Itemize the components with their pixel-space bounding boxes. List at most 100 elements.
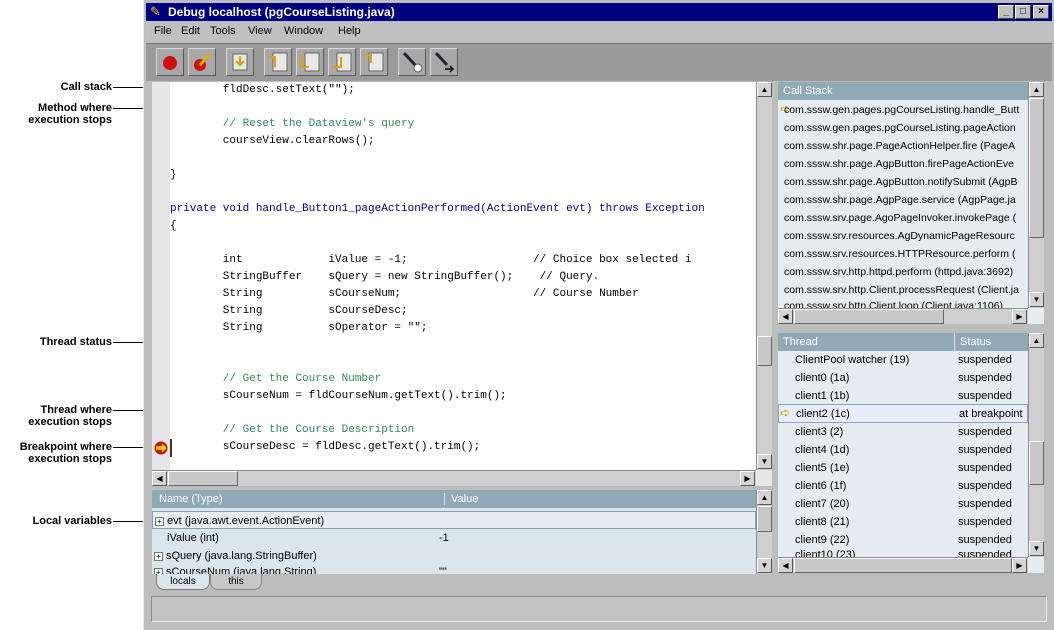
thread-row[interactable]: client4 (1d) suspended xyxy=(778,441,1028,459)
step-out-button[interactable] xyxy=(296,48,324,76)
scroll-thumb[interactable] xyxy=(1029,441,1044,485)
code-line: int iValue = -1; // Choice box selected … xyxy=(170,254,692,266)
maximize-button[interactable]: □ xyxy=(1015,5,1031,19)
call-stack-row[interactable]: com.sssw.srv.resources.HTTPResource.perf… xyxy=(778,245,1028,263)
evaluate-icon xyxy=(434,51,455,73)
scroll-down-button[interactable]: ▼ xyxy=(1029,292,1044,307)
thread-row[interactable]: client7 (20) suspended xyxy=(778,495,1028,513)
column-name-type[interactable]: Name (Type) xyxy=(159,493,223,505)
menu-tools[interactable]: Tools xyxy=(210,25,236,37)
status-bar xyxy=(151,596,1047,622)
thread-row-selected[interactable]: ➪ client2 (1c) at breakpoint xyxy=(778,404,1028,423)
expand-icon[interactable]: + xyxy=(154,551,163,561)
locals-vertical-scrollbar[interactable]: ▲ ▼ xyxy=(756,490,772,574)
menu-file[interactable]: File xyxy=(154,25,172,37)
table-row[interactable]: + sCourseNum (java.lang.String) "" xyxy=(152,565,756,574)
thread-status: suspended xyxy=(958,549,1012,557)
thread-row[interactable]: ClientPool watcher (19) suspended xyxy=(778,351,1028,369)
table-row[interactable]: + evt (java.awt.event.ActionEvent) xyxy=(152,511,756,529)
call-stack-row[interactable]: com.sssw.srv.resources.AgDynamicPageReso… xyxy=(778,227,1028,245)
menu-window[interactable]: Window xyxy=(284,25,323,37)
threads-panel: Thread Status ClientPool watcher (19) sus… xyxy=(778,333,1044,573)
step-into-button[interactable] xyxy=(226,48,254,76)
menu-edit[interactable]: Edit xyxy=(181,25,200,37)
scroll-right-button[interactable]: ▶ xyxy=(740,471,755,486)
code-line: // Reset the Dataview's query xyxy=(170,118,415,130)
call-stack-row[interactable]: com.sssw.gen.pages.pgCourseListing.pageA… xyxy=(778,119,1028,137)
scroll-down-button[interactable]: ▼ xyxy=(1029,541,1044,556)
thread-row[interactable]: client6 (1f) suspended xyxy=(778,477,1028,495)
scroll-left-button[interactable]: ◀ xyxy=(778,558,793,573)
thread-row[interactable]: client1 (1b) suspended xyxy=(778,387,1028,405)
minimize-button[interactable]: _ xyxy=(998,5,1014,19)
expand-icon[interactable]: + xyxy=(155,516,164,526)
scroll-thumb[interactable] xyxy=(168,471,238,486)
call-stack-vertical-scrollbar[interactable]: ▲ ▼ xyxy=(1028,82,1044,308)
editor-horizontal-scrollbar[interactable]: ◀ ▶ xyxy=(152,470,756,486)
scroll-right-button[interactable]: ▶ xyxy=(1012,558,1027,573)
thread-row[interactable]: client5 (1e) suspended xyxy=(778,459,1028,477)
code-editor[interactable]: fldDesc.setText(""); // Reset the Datavi… xyxy=(152,82,772,486)
call-stack-row[interactable]: com.sssw.shr.page.PageActionHelper.fire … xyxy=(778,137,1028,155)
editor-vertical-scrollbar[interactable]: ▲ ▼ xyxy=(756,82,772,470)
scroll-thumb[interactable] xyxy=(757,506,772,532)
call-stack-panel: Call Stack ➪ com.sssw.gen.pages.pgCourse… xyxy=(778,82,1044,324)
tab-locals[interactable]: locals xyxy=(156,574,210,590)
threads-horizontal-scrollbar[interactable]: ◀ ▶ xyxy=(778,557,1028,573)
call-stack-row[interactable]: com.sssw.srv.http.Client.processRequest … xyxy=(778,281,1028,299)
evaluate-button[interactable] xyxy=(430,48,458,76)
thread-row[interactable]: client3 (2) suspended xyxy=(778,423,1028,441)
scroll-down-button[interactable]: ▼ xyxy=(757,558,772,573)
scroll-down-button[interactable]: ▼ xyxy=(757,454,772,469)
thread-row[interactable]: client9 (22) suspended xyxy=(778,531,1028,549)
scroll-right-button[interactable]: ▶ xyxy=(1012,309,1027,324)
scroll-left-button[interactable]: ◀ xyxy=(152,471,167,486)
call-stack-row[interactable]: com.sssw.srv.page.AgoPageInvoker.invokeP… xyxy=(778,209,1028,227)
scroll-thumb[interactable] xyxy=(757,336,772,366)
stop-button[interactable] xyxy=(156,48,184,76)
thread-name: client9 (22) xyxy=(795,534,850,546)
close-button[interactable]: × xyxy=(1033,5,1049,19)
call-stack-row[interactable]: com.sssw.shr.page.AgpButton.notifySubmit… xyxy=(778,173,1028,191)
tab-this[interactable]: this xyxy=(210,574,262,590)
call-stack-row[interactable]: com.sssw.gen.pages.pgCourseListing.handl… xyxy=(778,101,1028,119)
step-over-icon xyxy=(269,52,288,72)
threads-vertical-scrollbar[interactable]: ▲ ▼ xyxy=(1028,333,1044,557)
scroll-thumb[interactable] xyxy=(794,309,944,324)
call-stack-row[interactable]: com.sssw.shr.page.AgpButton.firePageActi… xyxy=(778,155,1028,173)
scroll-thumb[interactable] xyxy=(1029,98,1044,238)
breakpoint-button[interactable] xyxy=(188,48,216,76)
thread-row[interactable]: client8 (21) suspended xyxy=(778,513,1028,531)
table-row[interactable]: iValue (int) -1 xyxy=(152,529,756,547)
column-thread[interactable]: Thread xyxy=(783,333,818,351)
menu-help[interactable]: Help xyxy=(338,25,361,37)
scroll-up-button[interactable]: ▲ xyxy=(757,490,772,505)
locals-panel: Name (Type) Value + evt (java.awt.event.A… xyxy=(152,490,772,574)
column-value[interactable]: Value xyxy=(444,493,478,505)
scroll-up-button[interactable]: ▲ xyxy=(1029,82,1044,97)
magnifier-icon xyxy=(402,51,423,73)
scroll-up-button[interactable]: ▲ xyxy=(757,82,772,97)
step-over-button[interactable] xyxy=(264,48,292,76)
call-stack-row[interactable]: com.sssw.srv.http.Client.loop (Client.ja… xyxy=(778,299,1028,308)
scroll-left-button[interactable]: ◀ xyxy=(778,309,793,324)
thread-row[interactable]: client0 (1a) suspended xyxy=(778,369,1028,387)
call-stack-horizontal-scrollbar[interactable]: ◀ ▶ xyxy=(778,308,1028,324)
code-line: private void handle_Button1_pageActionPe… xyxy=(170,203,705,215)
editor-gutter[interactable] xyxy=(152,82,170,470)
call-stack-row[interactable]: com.sssw.shr.page.AgpPage.service (AgpPa… xyxy=(778,191,1028,209)
code-area[interactable]: fldDesc.setText(""); // Reset the Datavi… xyxy=(170,82,756,470)
title-bar: ✎ Debug localhost (pgCourseListing.java)… xyxy=(146,3,1052,21)
run-to-cursor-button[interactable] xyxy=(328,48,356,76)
resume-button[interactable] xyxy=(360,48,388,76)
scroll-up-button[interactable]: ▲ xyxy=(1029,333,1044,348)
call-stack-row[interactable]: com.sssw.srv.http.httpd.perform (httpd.j… xyxy=(778,263,1028,281)
thread-status: suspended xyxy=(958,426,1012,438)
thread-name: client1 (1b) xyxy=(795,390,850,402)
menu-view[interactable]: View xyxy=(248,25,272,37)
scroll-thumb[interactable] xyxy=(794,558,1012,573)
column-status[interactable]: Status xyxy=(954,333,991,351)
table-row[interactable]: + sQuery (java.lang.StringBuffer) xyxy=(152,547,756,565)
inspect-button[interactable] xyxy=(398,48,426,76)
thread-row[interactable]: client10 (23) suspended xyxy=(778,549,1028,557)
